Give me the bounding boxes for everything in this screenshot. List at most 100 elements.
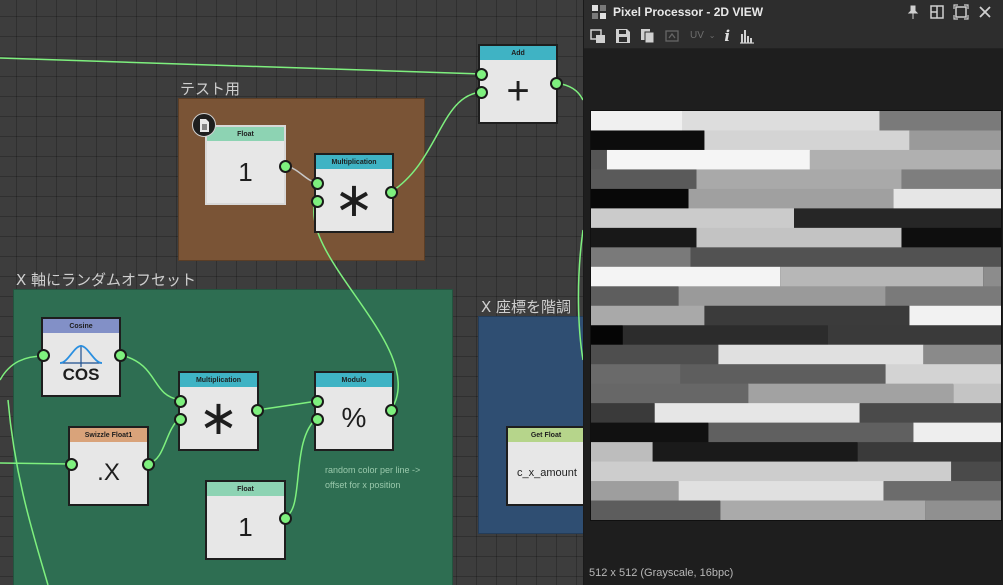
close-icon[interactable] [977, 4, 993, 20]
node-float-random[interactable]: Float 1 [205, 480, 286, 560]
preview-segment [827, 325, 1001, 346]
input-port[interactable] [37, 349, 50, 362]
preview-segment [591, 422, 709, 443]
pixel-processor-2d-view-panel: Pixel Processor - 2D VIEW UV ⌄ i 512 x 5… [583, 0, 1003, 585]
display-mode-icon[interactable] [590, 28, 606, 44]
save-icon[interactable] [615, 28, 631, 44]
tiling-icon[interactable] [665, 28, 681, 44]
wire-float-to-modulo [284, 417, 318, 518]
preview-segment [591, 500, 721, 520]
input-port[interactable] [311, 413, 324, 426]
input-port[interactable] [311, 395, 324, 408]
preview-segment [591, 208, 795, 229]
uv-label: UV [690, 30, 704, 41]
node-swizzle-float1[interactable]: Swizzle Float1 .X [68, 426, 149, 506]
image-info-status: 512 x 512 (Grayscale, 16bpc) [589, 567, 734, 579]
document-icon[interactable] [192, 113, 216, 137]
node-multiplication-random[interactable]: Multiplication ∗ [178, 371, 259, 451]
input-port[interactable] [174, 395, 187, 408]
preview-segment [591, 111, 683, 132]
output-port[interactable] [279, 160, 292, 173]
preview-segment [591, 481, 679, 502]
preview-segment [690, 247, 1001, 268]
maximize-icon[interactable] [953, 3, 969, 20]
preview-segment [591, 442, 653, 463]
preview-segment [591, 325, 623, 346]
node-get-float[interactable]: Get Float c_x_amount [506, 426, 583, 506]
output-port[interactable] [142, 458, 155, 471]
panel-logo-icon [592, 4, 606, 19]
preview-segment [953, 383, 1001, 404]
preview-segment [654, 403, 860, 424]
wire-top-to-add [0, 57, 483, 75]
output-port[interactable] [550, 77, 563, 90]
preview-segment [704, 130, 910, 151]
pin-icon[interactable] [905, 4, 921, 20]
preview-segment [708, 422, 914, 443]
panel-title: Pixel Processor - 2D VIEW [613, 4, 764, 19]
input-port[interactable] [65, 458, 78, 471]
preview-segment [591, 364, 681, 385]
wire-mult-test-to-add [390, 91, 483, 193]
input-port[interactable] [475, 68, 488, 81]
preview-segment [591, 169, 697, 190]
node-graph-canvas[interactable]: テスト用 X 軸にランダムオフセット X 座標を階調 Add + Float 1… [0, 0, 583, 585]
preview-segment [591, 305, 705, 326]
split-view-icon[interactable] [929, 4, 945, 20]
output-port[interactable] [385, 404, 398, 417]
node-add[interactable]: Add + [478, 44, 558, 124]
preview-segment [879, 111, 1001, 132]
preview-segment [696, 227, 902, 248]
preview-segment [951, 461, 1001, 482]
node-header: Swizzle Float1 [70, 428, 147, 442]
input-port[interactable] [475, 86, 488, 99]
preview-segment [780, 266, 984, 287]
preview-segment [923, 344, 1001, 365]
info-icon[interactable]: i [724, 27, 730, 45]
comment-line: offset for x position [325, 480, 401, 490]
node-value: c_x_amount [517, 467, 577, 479]
output-port[interactable] [251, 404, 264, 417]
preview-segment [678, 286, 886, 307]
preview-segment [748, 383, 954, 404]
preview-segment [794, 208, 1001, 229]
node-modulo[interactable]: Modulo % [314, 371, 394, 451]
preview-segment [909, 305, 1001, 326]
comment-text[interactable]: random color per line -> offset for x po… [325, 463, 420, 493]
preview-segment [682, 111, 880, 132]
panel-titlebar: Pixel Processor - 2D VIEW [584, 0, 1003, 23]
wire-left-to-swizzle [0, 462, 72, 465]
preview-segment [591, 149, 607, 171]
preview-segment [901, 227, 1001, 248]
input-port[interactable] [311, 177, 324, 190]
node-symbol: % [341, 402, 367, 433]
node-cosine[interactable]: Cosine COS [41, 317, 121, 397]
node-header: Add [480, 46, 556, 60]
input-port[interactable] [174, 413, 187, 426]
preview-segment [591, 188, 689, 209]
uv-dropdown[interactable]: UV ⌄ [690, 30, 715, 41]
preview-segment [688, 188, 894, 209]
histogram-icon[interactable] [739, 28, 755, 44]
preview-viewport[interactable] [584, 49, 1003, 585]
preview-segment [983, 266, 1001, 287]
preview-segment [809, 149, 1001, 171]
view-toolbar: UV ⌄ i [584, 23, 1003, 49]
preview-segment [893, 188, 1001, 209]
preview-segment [859, 403, 1001, 424]
output-port[interactable] [279, 512, 292, 525]
input-port[interactable] [311, 195, 324, 208]
copy-icon[interactable] [640, 28, 656, 44]
preview-segment [885, 286, 1001, 307]
node-multiplication-test[interactable]: Multiplication ∗ [314, 153, 394, 233]
node-float-test[interactable]: Float 1 [205, 125, 286, 205]
output-port[interactable] [385, 186, 398, 199]
output-port[interactable] [114, 349, 127, 362]
node-value: 1 [238, 156, 253, 187]
preview-segment [591, 344, 719, 365]
preview-segment [591, 130, 705, 151]
wire-left-to-cos [0, 355, 45, 381]
preview-segment [678, 481, 884, 502]
preview-segment [925, 500, 1001, 520]
node-label: COS [62, 365, 100, 384]
